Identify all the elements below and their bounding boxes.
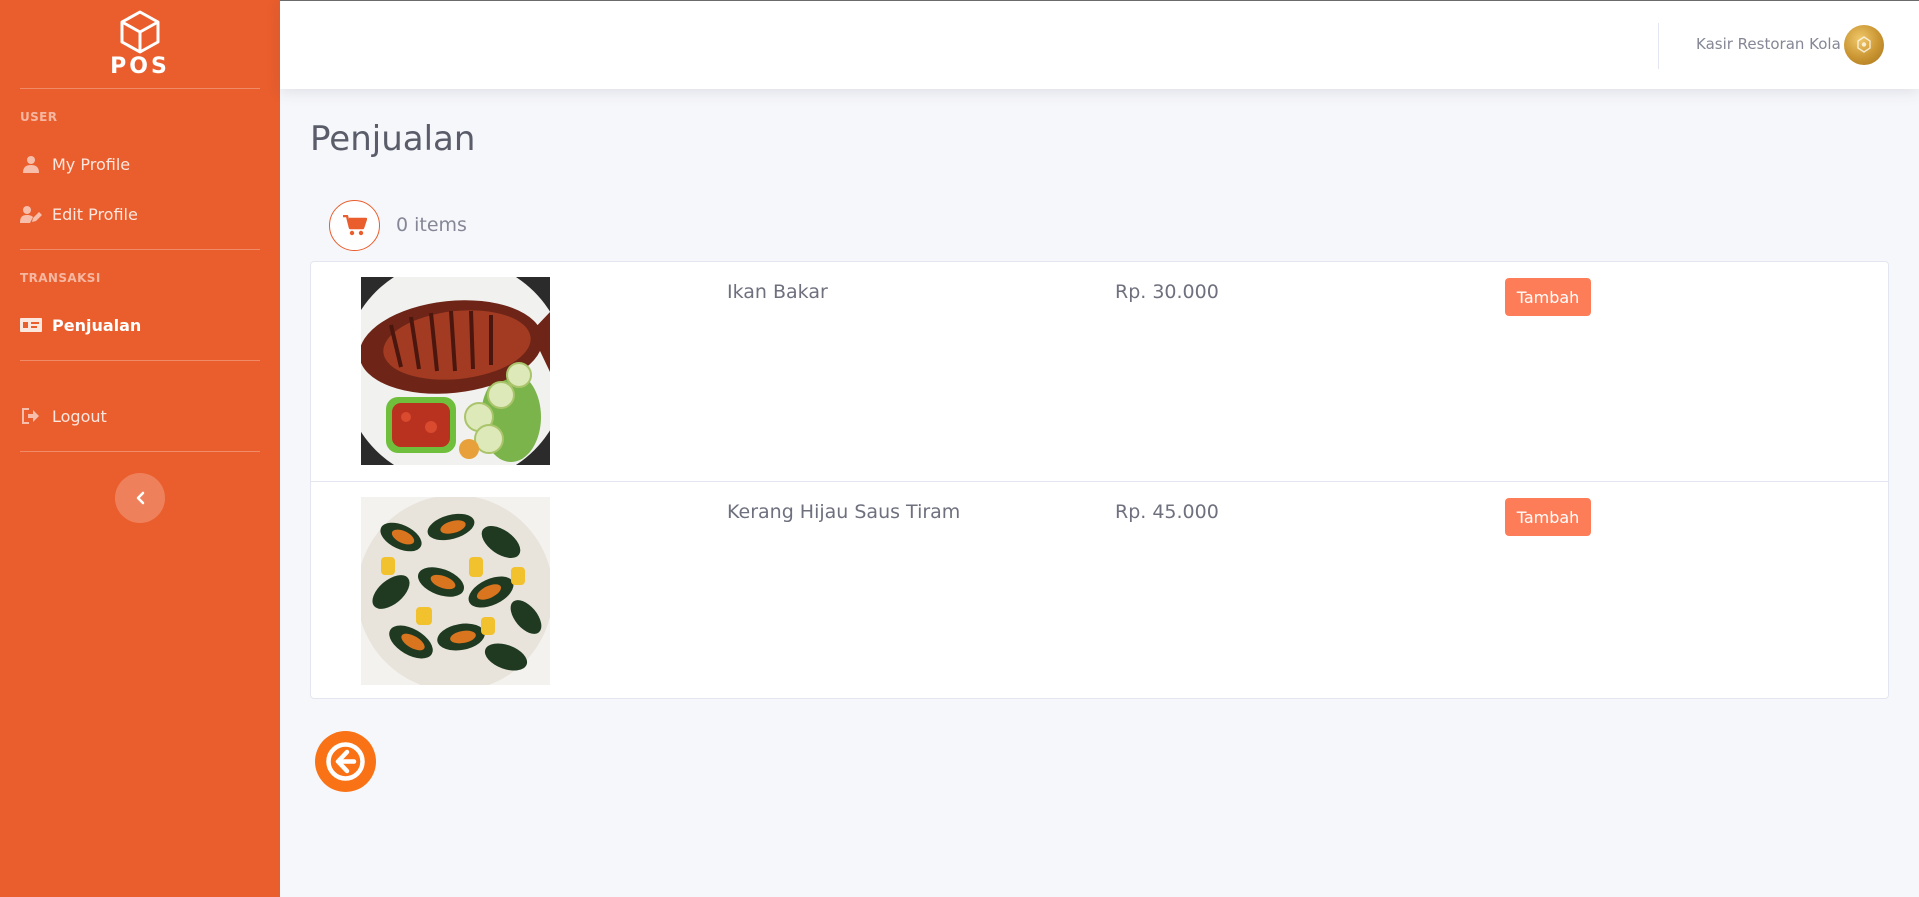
grilled-fish-image	[361, 277, 550, 465]
product-price: Rp. 45.000	[1115, 501, 1219, 523]
topbar: Kasir Restoran Kola	[280, 0, 1919, 89]
topbar-divider	[1658, 23, 1659, 69]
table-row: Ikan Bakar Rp. 30.000 Tambah	[311, 262, 1888, 481]
user-edit-icon	[20, 203, 42, 225]
sidebar-toggle-button[interactable]	[115, 473, 165, 523]
table-row: Kerang Hijau Saus Tiram Rp. 45.000 Tamba…	[311, 481, 1888, 700]
sidebar-item-my-profile[interactable]: My Profile	[20, 144, 260, 184]
money-bill-icon	[20, 314, 42, 336]
cube-icon	[120, 10, 160, 54]
sidebar-item-logout[interactable]: Logout	[20, 396, 260, 436]
sidebar-divider	[20, 360, 260, 361]
product-name: Ikan Bakar	[727, 281, 828, 303]
back-button[interactable]	[315, 731, 376, 792]
add-button[interactable]: Tambah	[1505, 278, 1591, 316]
cart-button[interactable]	[329, 200, 380, 251]
add-button[interactable]: Tambah	[1505, 498, 1591, 536]
user-name[interactable]: Kasir Restoran Kola	[1696, 35, 1841, 53]
cart-count: 0 items	[396, 214, 467, 236]
sidebar-divider	[20, 88, 260, 89]
sidebar-item-edit-profile[interactable]: Edit Profile	[20, 194, 260, 234]
arrow-circle-left-icon	[326, 742, 365, 781]
sidebar: POS USER My Profile Edit Profile TRANSAK…	[0, 0, 280, 897]
brand-logo[interactable]: POS	[0, 0, 280, 88]
avatar[interactable]	[1844, 25, 1884, 65]
product-table: Ikan Bakar Rp. 30.000 Tambah Kerang Hija…	[310, 261, 1889, 699]
product-name: Kerang Hijau Saus Tiram	[727, 501, 961, 523]
green-mussels-image	[361, 497, 550, 685]
sidebar-item-label: Penjualan	[52, 315, 142, 335]
sidebar-divider	[20, 249, 260, 250]
sidebar-item-label: Edit Profile	[52, 204, 138, 224]
user-icon	[20, 153, 42, 175]
product-price: Rp. 30.000	[1115, 281, 1219, 303]
cart-icon	[342, 215, 367, 236]
brand-text: POS	[110, 54, 170, 79]
sidebar-item-penjualan[interactable]: Penjualan	[20, 305, 260, 345]
sidebar-item-label: My Profile	[52, 154, 131, 174]
sidebar-divider	[20, 451, 260, 452]
app: POS USER My Profile Edit Profile TRANSAK…	[0, 0, 1919, 897]
sidebar-heading-transaksi: TRANSAKSI	[20, 271, 101, 285]
sidebar-heading-user: USER	[20, 110, 58, 124]
page-title: Penjualan	[310, 119, 476, 159]
chevron-left-icon	[136, 491, 145, 505]
sidebar-item-label: Logout	[52, 406, 107, 426]
sign-out-icon	[20, 405, 42, 427]
